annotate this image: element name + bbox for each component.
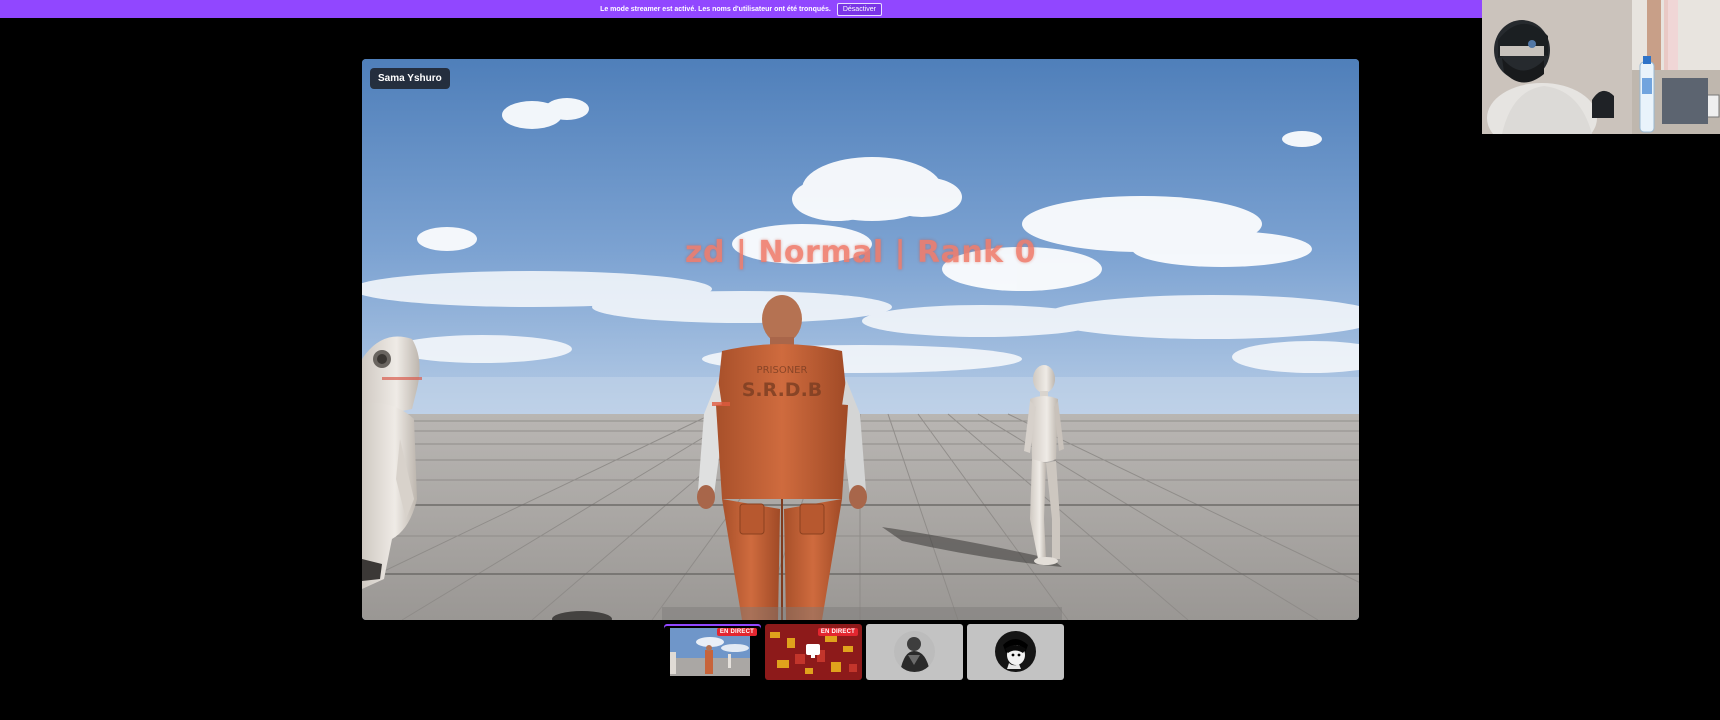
player-overhead-label: zd | Normal | Rank 0: [685, 235, 1036, 270]
game-scene: PRISONER S.R.D.B: [362, 59, 1359, 620]
avatar-dark-figure-icon: [894, 631, 935, 672]
streamer-mode-banner: Le mode streamer est activé. Les noms d'…: [0, 0, 1482, 18]
participant-4-avatar: [995, 631, 1036, 672]
live-badge: EN DIRECT: [716, 628, 757, 636]
prisoner-back-text: S.R.D.B: [742, 379, 823, 401]
streamer-name-tag: Sama Yshuro: [370, 68, 450, 89]
streaming-view: Le mode streamer est activé. Les noms d'…: [0, 0, 1720, 720]
prisoner-top-text: PRISONER: [757, 365, 808, 376]
participant-3-avatar: [894, 631, 935, 672]
disable-streamer-mode-button[interactable]: Désactiver: [836, 2, 882, 16]
thumbnail-participant-3[interactable]: [866, 624, 963, 680]
thumbnail-participant-1[interactable]: EN DIRECT: [664, 624, 761, 680]
participant-thumbnails: EN DIRECT EN DIRECT: [664, 624, 1064, 680]
streamer-mode-message: Le mode streamer est activé. Les noms d'…: [600, 5, 831, 13]
avatar-anime-character-icon: [995, 631, 1036, 672]
webcam-feed: [1482, 0, 1720, 134]
thumbnail-participant-2[interactable]: EN DIRECT: [765, 624, 862, 680]
webcam-overlay: [1482, 0, 1720, 134]
live-badge: EN DIRECT: [817, 628, 858, 636]
main-stream-view[interactable]: PRISONER S.R.D.B zd | Normal | Rank 0 Sa…: [362, 59, 1359, 620]
thumbnail-participant-4[interactable]: [967, 624, 1064, 680]
